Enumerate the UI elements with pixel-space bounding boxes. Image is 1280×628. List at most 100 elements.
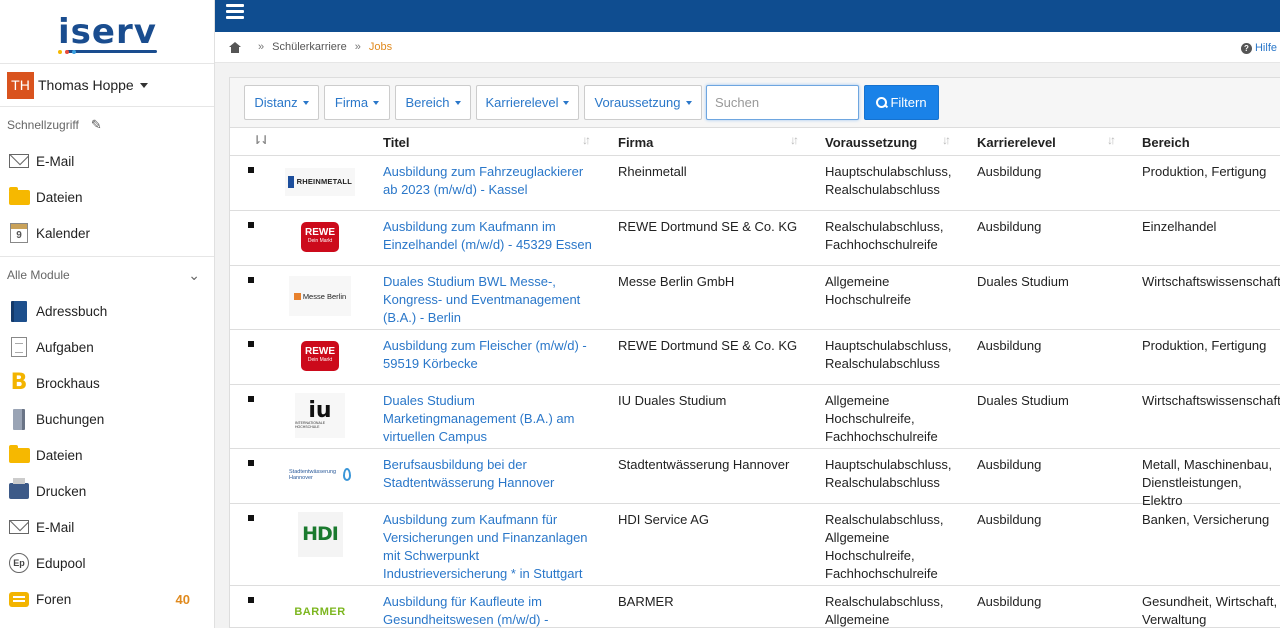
search-input[interactable]	[706, 85, 859, 120]
filter-bar: Distanz Firma Bereich Karrierelevel Vora…	[230, 78, 1280, 128]
row-bullet	[248, 460, 254, 466]
requirement: Allgemeine Hochschulreife	[825, 274, 911, 307]
folder-icon	[8, 186, 30, 207]
row-bullet	[248, 277, 254, 283]
row-bullet	[248, 341, 254, 347]
job-title-link[interactable]: Ausbildung zum Fahrzeuglackierer ab 2023…	[383, 163, 598, 199]
user-menu[interactable]: TH Thomas Hoppe	[0, 63, 214, 107]
breadcrumb-item-schuelerkarriere[interactable]: Schülerkarriere	[272, 41, 347, 53]
company-name: IU Duales Studium	[618, 393, 727, 408]
logo-text: iserv	[58, 11, 157, 52]
row-bullet	[248, 222, 254, 228]
career-level: Ausbildung	[977, 594, 1042, 609]
job-title-link[interactable]: Berufsausbildung bei der Stadtentwässeru…	[383, 456, 598, 492]
company-name: REWE Dortmund SE & Co. KG	[618, 338, 798, 353]
sidebar-item-tasks[interactable]: Aufgaben	[0, 329, 214, 365]
sidebar-item-brockhaus[interactable]: B Brockhaus	[0, 365, 214, 401]
logo-underline	[66, 49, 157, 53]
column-header-title[interactable]: Titel	[383, 135, 410, 150]
folder-icon	[8, 444, 30, 465]
forum-icon	[8, 589, 30, 609]
job-title-link[interactable]: Ausbildung zum Kaufmann für Versicherung…	[383, 511, 598, 583]
all-modules-label: Alle Module	[7, 268, 70, 282]
column-header-requirement[interactable]: Voraussetzung	[825, 135, 917, 150]
sidebar-item-label: Brockhaus	[36, 375, 100, 391]
calendar-icon: 9	[8, 223, 30, 243]
filter-distance-dropdown[interactable]: Distanz	[244, 85, 319, 120]
filter-area-dropdown[interactable]: Bereich	[395, 85, 471, 120]
filter-requirement-dropdown[interactable]: Voraussetzung	[584, 85, 702, 120]
job-title-link[interactable]: Ausbildung für Kaufleute im Gesundheitsw…	[383, 593, 598, 627]
search-icon	[876, 97, 888, 108]
column-header-company[interactable]: Firma	[618, 135, 653, 150]
caret-down-icon	[302, 100, 309, 105]
filter-company-dropdown[interactable]: Firma	[324, 85, 390, 120]
avatar: TH	[7, 71, 34, 99]
career-level: Ausbildung	[977, 164, 1042, 179]
row-bullet	[248, 597, 254, 603]
sidebar-item-files[interactable]: Dateien	[0, 179, 214, 215]
job-title-link[interactable]: Duales Studium BWL Messe-, Kongress- und…	[383, 273, 598, 327]
area: Metall, Maschinenbau, Dienstleistungen, …	[1142, 457, 1273, 508]
pencil-icon[interactable]: ✎	[91, 117, 102, 133]
tasks-icon	[8, 337, 30, 357]
help-link[interactable]: ? Hilfe	[1240, 42, 1277, 54]
area: Wirtschaftswissenschaften	[1142, 393, 1280, 408]
sidebar-item-email[interactable]: E-Mail	[0, 143, 214, 179]
caret-down-icon	[139, 82, 148, 88]
sidebar-item-addressbook[interactable]: Adressbuch	[0, 293, 214, 329]
area: Produktion, Fertigung	[1142, 164, 1267, 179]
company-name: Stadtentwässerung Hannover	[618, 457, 790, 472]
sidebar-item-print[interactable]: Drucken	[0, 473, 214, 509]
sidebar-item-email-module[interactable]: E-Mail	[0, 509, 214, 545]
filter-label: Distanz	[254, 95, 298, 110]
help-icon: ?	[1240, 42, 1252, 54]
requirement: Realschulabschluss, Allgemeine Hochschul…	[825, 512, 944, 581]
sort-icon[interactable]: ↓↑	[582, 133, 591, 147]
breadcrumb-item-jobs[interactable]: Jobs	[369, 41, 392, 53]
sidebar-item-label: Buchungen	[36, 411, 105, 427]
filter-label: Bereich	[405, 95, 450, 110]
sidebar: iserv TH Thomas Hoppe Schnellzugriff ✎ E…	[0, 0, 215, 628]
company-name: BARMER	[618, 594, 674, 609]
table-row: iu INTERNATIONALE HOCHSCHULE Duales Studi…	[230, 385, 1280, 449]
brockhaus-icon: B	[10, 370, 28, 395]
sidebar-item-bookings[interactable]: Buchungen	[0, 401, 214, 437]
sort-icon[interactable]: ↓↑	[1107, 133, 1116, 147]
filter-career-level-dropdown[interactable]: Karrierelevel	[476, 85, 579, 120]
filter-button[interactable]: Filtern	[864, 85, 939, 120]
table-row: Messe Berlin Duales Studium BWL Messe-, …	[230, 266, 1280, 330]
caret-down-icon	[373, 100, 380, 105]
sidebar-item-files-module[interactable]: Dateien	[0, 437, 214, 473]
home-icon[interactable]	[229, 41, 241, 53]
filter-button-label: Filtern	[890, 95, 927, 110]
iserv-logo[interactable]: iserv	[58, 11, 157, 54]
sort-icon[interactable]: ⇂⇃	[252, 133, 270, 147]
sidebar-item-label: Foren	[36, 591, 72, 607]
job-title-link[interactable]: Ausbildung zum Fleischer (m/w/d) - 59519…	[383, 337, 598, 373]
sidebar-item-label: Drucken	[36, 483, 87, 499]
sidebar-item-label: Edupool	[36, 555, 86, 571]
booking-icon	[8, 408, 30, 430]
table-row: HDI Ausbildung zum Kaufmann für Versiche…	[230, 504, 1280, 586]
company-logo-rheinmetall: RHEINMETALL	[285, 164, 355, 199]
company-name: REWE Dortmund SE & Co. KG	[618, 219, 798, 234]
requirement: Hauptschulabschluss, Realschulabschluss	[825, 164, 952, 197]
chevron-down-icon[interactable]: ⌄	[188, 267, 200, 284]
quick-access-header: Schnellzugriff ✎	[0, 107, 214, 143]
job-title-link[interactable]: Ausbildung zum Kaufmann im Einzelhandel …	[383, 218, 598, 254]
sidebar-item-edupool[interactable]: Ep Edupool	[0, 545, 214, 581]
area: Produktion, Fertigung	[1142, 338, 1267, 353]
all-modules-header[interactable]: Alle Module ⌄	[0, 257, 214, 293]
company-logo-stadtentwaesserung: Stadtentwässerung Hannover	[285, 457, 355, 492]
sort-icon[interactable]: ↓↑	[942, 133, 951, 147]
edupool-icon: Ep	[8, 553, 30, 573]
sidebar-item-forums[interactable]: Foren 40	[0, 581, 214, 617]
job-title-link[interactable]: Duales Studium Marketingmanagement (B.A.…	[383, 392, 598, 446]
sidebar-item-calendar[interactable]: 9 Kalender	[0, 215, 214, 251]
column-header-area[interactable]: Bereich	[1142, 135, 1190, 150]
company-name: Rheinmetall	[618, 164, 687, 179]
hamburger-menu-icon[interactable]	[226, 4, 244, 20]
sort-icon[interactable]: ↓↑	[790, 133, 799, 147]
column-header-career-level[interactable]: Karrierelevel	[977, 135, 1056, 150]
